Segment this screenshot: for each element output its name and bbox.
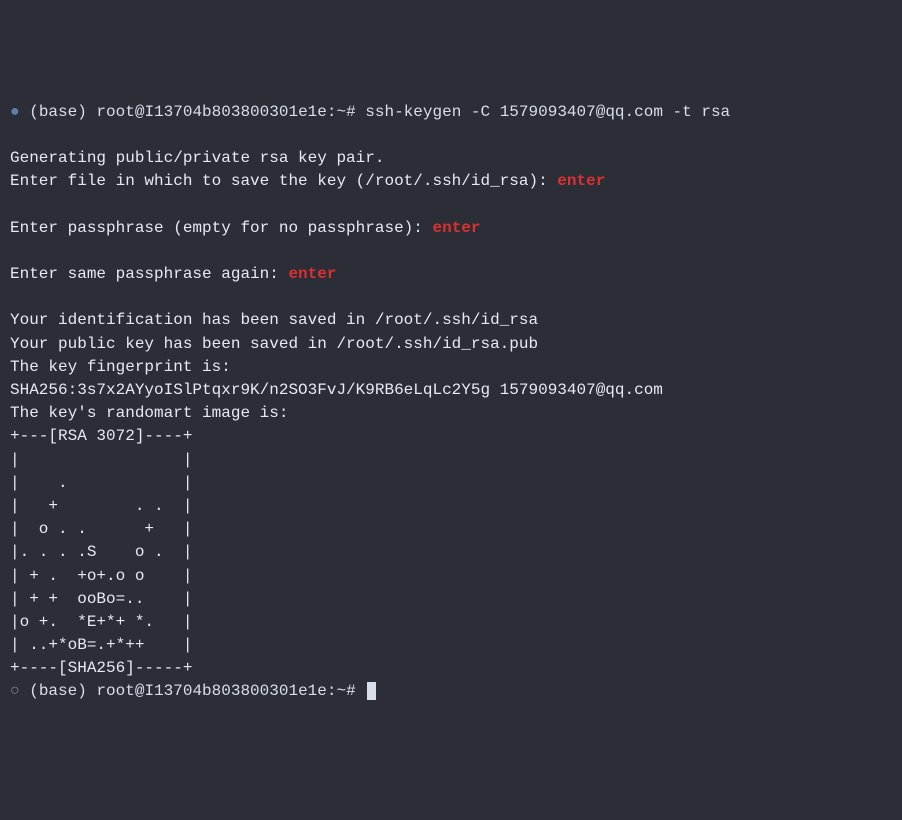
terminal-output-line: Your identification has been saved in /r… xyxy=(10,311,538,329)
randomart-line: | o . . + | xyxy=(10,520,192,538)
terminal-output-line: Enter same passphrase again: enter xyxy=(10,263,892,286)
terminal-output-line: Enter passphrase (empty for no passphras… xyxy=(10,217,892,240)
randomart-line: |. . . .S o . | xyxy=(10,543,192,561)
enter-annotation: enter xyxy=(288,265,336,283)
terminal-output-line: SHA256:3s7x2AYyoISlPtqxr9K/n2SO3FvJ/K9RB… xyxy=(10,381,663,399)
randomart-line: | + . . | xyxy=(10,497,192,515)
terminal-output-line: Enter file in which to save the key (/ro… xyxy=(10,170,892,193)
terminal-output-line: Generating public/private rsa key pair. xyxy=(10,149,384,167)
terminal-cursor xyxy=(367,682,376,700)
terminal-output-line: Your public key has been saved in /root/… xyxy=(10,335,538,353)
terminal-prompt-line[interactable]: ○ (base) root@I13704b803800301e1e:~# xyxy=(10,680,892,703)
randomart-line: | + + ooBo=.. | xyxy=(10,590,192,608)
randomart-line: | . | xyxy=(10,474,192,492)
terminal-output-line: The key fingerprint is: xyxy=(10,358,231,376)
shell-prompt: (base) root@I13704b803800301e1e:~# xyxy=(29,682,355,700)
status-bullet-active: ● xyxy=(10,103,20,121)
enter-annotation: enter xyxy=(432,219,480,237)
terminal-line-1: ● (base) root@I13704b803800301e1e:~# ssh… xyxy=(10,101,892,124)
randomart-line: +---[RSA 3072]----+ xyxy=(10,427,192,445)
randomart-line: |o +. *E+*+ *. | xyxy=(10,613,192,631)
command-text: ssh-keygen -C 1579093407@qq.com -t rsa xyxy=(365,103,730,121)
randomart-line: | | xyxy=(10,451,192,469)
status-bullet-idle: ○ xyxy=(10,682,20,700)
enter-annotation: enter xyxy=(557,172,605,190)
shell-prompt: (base) root@I13704b803800301e1e:~# xyxy=(29,103,355,121)
terminal-output-line: The key's randomart image is: xyxy=(10,404,288,422)
randomart-line: | ..+*oB=.+*++ | xyxy=(10,636,192,654)
randomart-line: +----[SHA256]-----+ xyxy=(10,659,192,677)
randomart-line: | + . +o+.o o | xyxy=(10,567,192,585)
